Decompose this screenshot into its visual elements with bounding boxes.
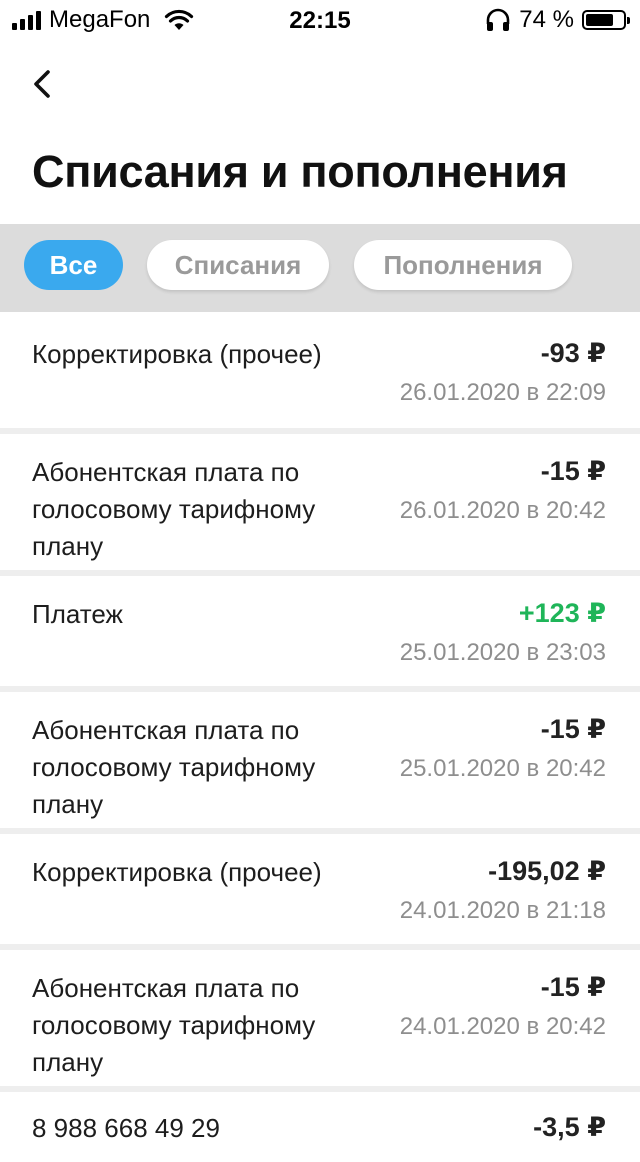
battery-percent: 74 % [519,6,574,33]
transaction-date: 26.01.2020 в 20:42 [399,497,606,524]
battery-icon [582,10,630,30]
back-button[interactable] [26,62,66,106]
transaction-row[interactable]: Корректировка (прочее) -195,02 ₽ 24.01.2… [0,834,640,950]
transaction-list: Корректировка (прочее) -93 ₽ 26.01.2020 … [0,316,640,1162]
status-bar: MegaFon 22:15 74 % [0,0,640,42]
status-right: 74 % [485,6,630,34]
transaction-title: Абонентская плата по голосовому тарифном… [32,715,316,819]
transaction-title: Абонентская плата по голосовому тарифном… [32,457,316,561]
filter-all-chip[interactable]: Все [24,240,123,290]
transaction-amount: -195,02 ₽ [488,856,606,886]
filter-bar: Все Списания Пополнения [0,224,640,312]
transaction-date: 25.01.2020 в 23:03 [399,639,606,666]
transaction-row[interactable]: Абонентская плата по голосовому тарифном… [0,434,640,576]
transaction-amount: +123 ₽ [518,598,606,628]
transaction-amount: -15 ₽ [540,972,606,1002]
transaction-title: Платеж [32,599,123,629]
page-title: Списания и пополнения [32,146,568,197]
transaction-row[interactable]: Абонентская плата по голосовому тарифном… [0,692,640,834]
transaction-title: Абонентская плата по голосовому тарифном… [32,973,316,1077]
filter-debits-chip[interactable]: Списания [147,240,329,290]
transaction-row[interactable]: Абонентская плата по голосовому тарифном… [0,950,640,1092]
transaction-title: Корректировка (прочее) [32,339,322,369]
transaction-amount: -15 ₽ [540,714,606,744]
transaction-row[interactable]: 8 988 668 49 29 -3,5 ₽ [0,1092,640,1162]
transaction-date: 25.01.2020 в 20:42 [399,755,606,782]
transaction-date: 24.01.2020 в 21:18 [399,897,606,924]
transaction-row[interactable]: Корректировка (прочее) -93 ₽ 26.01.2020 … [0,316,640,434]
transaction-amount: -15 ₽ [540,456,606,486]
transaction-title: 8 988 668 49 29 [32,1113,220,1143]
filter-credits-chip[interactable]: Пополнения [354,240,572,290]
headphones-icon [486,8,510,31]
transaction-date: 26.01.2020 в 22:09 [399,379,606,406]
transaction-date: 24.01.2020 в 20:42 [399,1013,606,1040]
transaction-amount: -93 ₽ [540,338,606,368]
transaction-row[interactable]: Платеж +123 ₽ 25.01.2020 в 23:03 [0,576,640,692]
transaction-title: Корректировка (прочее) [32,857,322,887]
transaction-amount: -3,5 ₽ [533,1112,606,1142]
